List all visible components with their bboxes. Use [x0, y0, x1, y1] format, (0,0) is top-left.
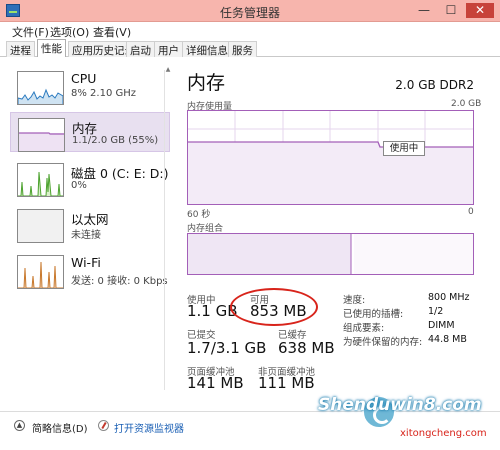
- nonpaged-pool-value: 111 MB: [258, 374, 315, 392]
- sidebar-item-ethernet[interactable]: 以太网 未连接: [10, 204, 170, 244]
- wifi-graph-icon: [17, 255, 64, 289]
- form-factor-value: DIMM: [428, 320, 455, 331]
- page-title: 内存: [187, 72, 226, 94]
- close-button[interactable]: ✕: [466, 3, 494, 18]
- hw-reserved-value: 44.8 MB: [428, 334, 467, 345]
- memory-composition-graph: [187, 233, 474, 275]
- minimize-button[interactable]: —: [415, 3, 433, 18]
- memory-spec: 2.0 GB DDR2: [395, 78, 474, 92]
- tab-details[interactable]: 详细信息: [182, 41, 232, 57]
- form-factor-label: 组成要素:: [343, 323, 385, 334]
- time-axis-end: 0: [468, 207, 474, 217]
- fewer-details-button[interactable]: 简略信息(D): [32, 420, 88, 435]
- sidebar-item-wifi[interactable]: Wi-Fi 发送: 0 接收: 0 Kbps: [10, 250, 170, 290]
- open-resource-monitor-link[interactable]: 打开资源监视器: [114, 420, 184, 435]
- slots-label: 已使用的插槽:: [343, 309, 404, 320]
- sidebar-item-detail: 1.1/2.0 GB (55%): [72, 135, 159, 146]
- tab-processes[interactable]: 进程: [6, 41, 35, 57]
- time-axis-start: 60 秒: [187, 210, 211, 220]
- sidebar-item-detail: 8% 2.10 GHz: [71, 88, 137, 99]
- memory-usage-graph: [187, 110, 474, 205]
- committed-value: 1.7/3.1 GB: [187, 339, 267, 357]
- ethernet-graph-icon: [17, 209, 64, 243]
- sidebar-item-detail: 发送: 0 接收: 0 Kbps: [71, 276, 168, 287]
- hw-reserved-label: 为硬件保留的内存:: [343, 337, 423, 348]
- menu-view[interactable]: 查看(V): [93, 24, 131, 40]
- sidebar-item-memory[interactable]: 内存 1.1/2.0 GB (55%): [10, 112, 170, 152]
- usage-tooltip: 使用中: [383, 141, 425, 156]
- cached-value: 638 MB: [278, 339, 335, 357]
- resource-monitor-icon[interactable]: [98, 420, 109, 431]
- watermark-subtext: xitongcheng.com: [400, 428, 487, 439]
- sidebar-item-detail: 0%: [71, 180, 87, 191]
- cpu-graph-icon: [17, 71, 64, 105]
- menu-bar: 文件(F) 选项(O) 查看(V): [0, 22, 500, 39]
- disk-graph-icon: [17, 163, 64, 197]
- sidebar-item-label: Wi-Fi: [71, 255, 101, 270]
- usage-graph-max: 2.0 GB: [451, 99, 482, 109]
- tab-startup[interactable]: 启动: [126, 41, 155, 57]
- paged-pool-value: 141 MB: [187, 374, 244, 392]
- sidebar-item-label: CPU: [71, 71, 97, 86]
- annotation-circle: [230, 288, 318, 326]
- resource-list: CPU 8% 2.10 GHz 内存 1.1/2.0 GB (55%) 磁盘 0…: [10, 62, 170, 400]
- tab-services[interactable]: 服务: [228, 41, 257, 57]
- sidebar-scrollbar[interactable]: [164, 70, 172, 390]
- chevron-up-icon[interactable]: ▲: [14, 420, 25, 431]
- menu-file[interactable]: 文件(F): [12, 24, 49, 40]
- sidebar-item-detail: 未连接: [71, 230, 101, 241]
- sidebar-item-disk[interactable]: 磁盘 0 (C: E: D:) 0%: [10, 158, 170, 198]
- watermark-text: Shenduwin8.com: [318, 395, 482, 415]
- tab-bar: 进程 性能 应用历史记录 启动 用户 详细信息 服务: [0, 39, 500, 57]
- maximize-button[interactable]: ☐: [442, 3, 460, 18]
- speed-value: 800 MHz: [428, 292, 470, 303]
- memory-graph-icon: [18, 118, 65, 152]
- tab-performance[interactable]: 性能: [37, 39, 66, 57]
- speed-label: 速度:: [343, 295, 366, 306]
- slots-value: 1/2: [428, 306, 444, 317]
- title-bar: 任务管理器 — ☐ ✕: [0, 0, 500, 22]
- tab-users[interactable]: 用户: [154, 41, 183, 57]
- menu-options[interactable]: 选项(O): [50, 24, 89, 40]
- sidebar-item-cpu[interactable]: CPU 8% 2.10 GHz: [10, 66, 170, 106]
